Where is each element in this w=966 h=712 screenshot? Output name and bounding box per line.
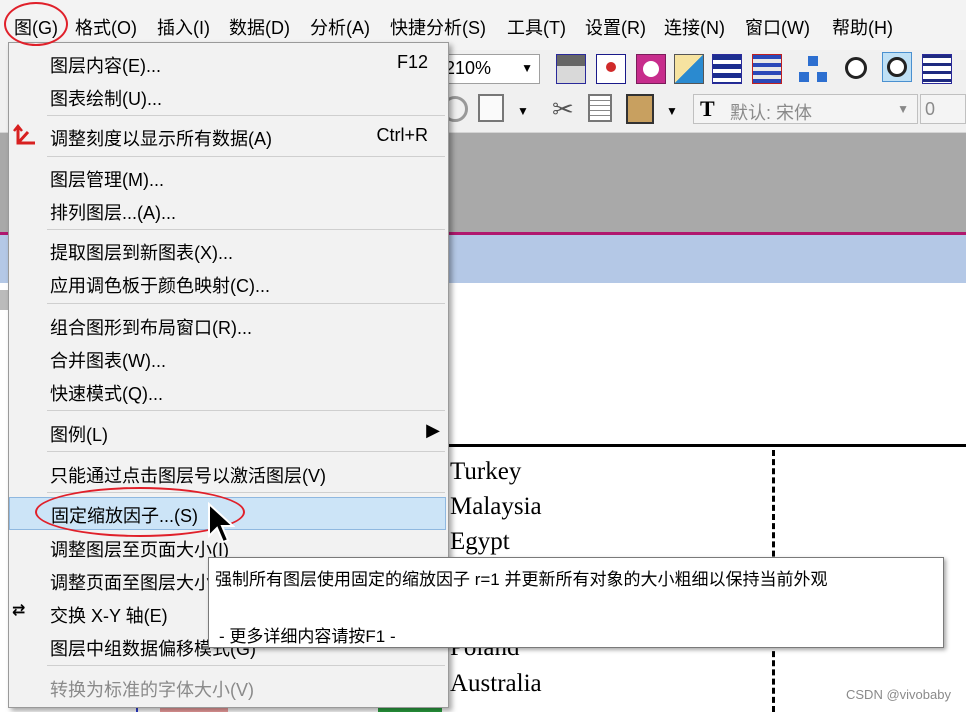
layers-icon[interactable]	[712, 54, 742, 84]
menu-settings[interactable]: 设置(R)	[585, 14, 646, 42]
menu-item-arrange-layers[interactable]: 排列图层...(A)...	[9, 194, 446, 227]
legend-country-australia: Australia	[450, 670, 542, 697]
tooltip: 强制所有图层使用固定的缩放因子 r=1 并更新所有对象的大小粗细以保持当前外观 …	[208, 557, 944, 648]
menu-item-label: 应用调色板于颜色映射(C)...	[50, 276, 270, 296]
pen-icon[interactable]	[674, 54, 704, 84]
menu-item-label: 交换 X-Y 轴(E)	[50, 606, 168, 626]
layer-manager-icon[interactable]	[752, 54, 782, 84]
menu-item-label: 只能通过点击图层号以激活图层(V)	[50, 466, 326, 486]
worksheet-icon[interactable]	[922, 54, 952, 84]
menu-quick-analysis[interactable]: 快捷分析(S)	[390, 14, 486, 42]
menu-help[interactable]: 帮助(H)	[832, 14, 893, 42]
hierarchy-icon[interactable]	[798, 54, 828, 84]
font-name: 默认: 宋体	[730, 103, 813, 123]
font-select[interactable]: T 默认: 宋体 ▼	[693, 94, 918, 124]
chevron-down-icon[interactable]: ▼	[666, 104, 678, 118]
legend-country-malaysia: Malaysia	[450, 493, 542, 520]
zoom-value: 210%	[445, 58, 492, 78]
menu-item-label: 提取图层到新图表(X)...	[50, 243, 233, 263]
menu-item-label: 调整图层至页面大小(I)	[50, 540, 229, 560]
menu-item-layer-contents[interactable]: 图层内容(E)... F12	[9, 47, 446, 80]
menu-window[interactable]: 窗口(W)	[745, 14, 810, 42]
print-icon[interactable]	[556, 54, 586, 84]
menu-item-label: 排列图层...(A)...	[50, 203, 176, 223]
cut-icon[interactable]: ✂	[552, 94, 574, 125]
menu-item-label: 调整刻度以显示所有数据(A)	[50, 129, 272, 149]
chevron-down-icon: ▼	[897, 102, 909, 116]
menu-analysis[interactable]: 分析(A)	[310, 14, 370, 42]
menu-item-label: 转换为标准的字体大小(V)	[50, 680, 254, 700]
menu-item-label: 调整页面至图层大小	[50, 573, 212, 593]
menu-item-label: 图表绘制(U)...	[50, 89, 162, 109]
menu-item-label: 快速模式(Q)...	[50, 384, 163, 404]
plot-axis-line	[447, 444, 966, 447]
menu-item-combine-to-layout[interactable]: 组合图形到布局窗口(R)...	[9, 309, 446, 342]
menu-item-plot-setup[interactable]: 图表绘制(U)...	[9, 80, 446, 113]
annotation-circle	[4, 2, 68, 46]
menu-insert[interactable]: 插入(I)	[157, 14, 210, 42]
legend-country-turkey: Turkey	[450, 458, 522, 485]
exchange-xy-icon: ⇄	[12, 602, 26, 619]
submenu-arrow-icon: ▶	[426, 420, 440, 440]
zoom-icon[interactable]	[842, 54, 872, 84]
menu-item-speed-mode[interactable]: 快速模式(Q)...	[9, 375, 446, 408]
menu-item-merge-graphs[interactable]: 合并图表(W)...	[9, 342, 446, 375]
paste-icon[interactable]	[626, 94, 654, 124]
chevron-down-icon[interactable]: ▼	[517, 104, 529, 118]
menu-separator	[47, 451, 445, 452]
mouse-cursor-icon	[208, 502, 235, 544]
menu-item-convert-font-size: 转换为标准的字体大小(V)	[9, 671, 446, 704]
font-size-value: 0	[925, 99, 936, 119]
menu-format[interactable]: 格式(O)	[75, 14, 137, 42]
watermark: CSDN @vivobaby	[846, 687, 951, 702]
tooltip-text: 强制所有图层使用固定的缩放因子 r=1 并更新所有对象的大小粗细以保持当前外观	[215, 570, 828, 589]
menu-item-activate-layer-by-icon[interactable]: 只能通过点击图层号以激活图层(V)	[9, 457, 446, 490]
menu-separator	[47, 665, 445, 666]
menu-item-layer-management[interactable]: 图层管理(M)...	[9, 161, 446, 194]
chevron-down-icon: ▼	[521, 61, 533, 75]
menu-item-label: 图层内容(E)...	[50, 56, 161, 76]
presentation-icon[interactable]	[636, 54, 666, 84]
zoom-combo[interactable]: 210% ▼	[440, 54, 540, 84]
legend-country-egypt: Egypt	[450, 528, 510, 555]
tooltip-help-hint: - 更多详细内容请按F1 -	[219, 627, 396, 646]
copy-icon[interactable]	[588, 94, 612, 122]
rescale-icon	[13, 123, 35, 146]
menu-separator	[47, 229, 445, 230]
menu-connect[interactable]: 连接(N)	[664, 14, 725, 42]
menu-tools[interactable]: 工具(T)	[507, 14, 566, 42]
menu-item-rescale[interactable]: 调整刻度以显示所有数据(A) Ctrl+R	[9, 120, 446, 153]
duplicate-icon[interactable]	[478, 94, 504, 122]
menu-item-shortcut: F12	[396, 52, 428, 72]
menu-separator	[47, 115, 445, 116]
menu-item-shortcut: Ctrl+R	[376, 125, 428, 145]
zoom-region-icon[interactable]	[882, 52, 912, 82]
menu-separator	[47, 156, 445, 157]
font-size-input[interactable]: 0	[920, 94, 966, 124]
menu-separator	[47, 410, 445, 411]
menu-item-extract-layers[interactable]: 提取图层到新图表(X)...	[9, 234, 446, 267]
menu-item-label: 合并图表(W)...	[50, 351, 166, 371]
menu-item-label: 图例(L)	[50, 425, 108, 445]
menu-item-label: 组合图形到布局窗口(R)...	[50, 318, 252, 338]
slideshow-icon[interactable]	[596, 54, 626, 84]
menu-item-label: 图层管理(M)...	[50, 170, 164, 190]
font-type-icon: T	[700, 96, 715, 121]
menu-item-apply-palette[interactable]: 应用调色板于颜色映射(C)...	[9, 267, 446, 300]
menu-separator	[47, 303, 445, 304]
menu-data[interactable]: 数据(D)	[229, 14, 290, 42]
menu-item-legend[interactable]: 图例(L) ▶	[9, 416, 446, 449]
